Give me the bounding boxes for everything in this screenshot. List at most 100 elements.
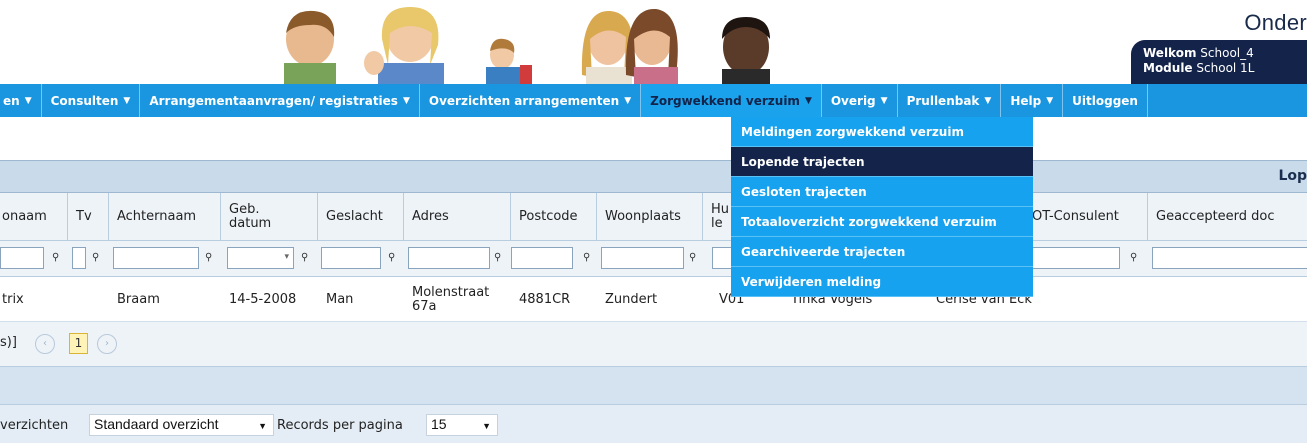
zorgwekkend-verzuim-dropdown: Meldingen zorgwekkend verzuim Lopende tr…	[731, 117, 1033, 297]
column-header-tv[interactable]: Tv	[68, 193, 109, 241]
menu-item-gearchiveerde-trajecten[interactable]: Gearchiveerde trajecten	[731, 237, 1033, 267]
nav-item-overzichten-arrangementen[interactable]: Overzichten arrangementen ▼	[420, 84, 642, 117]
menu-item-verwijderen-melding[interactable]: Verwijderen melding	[731, 267, 1033, 297]
nav-item-consulten[interactable]: Consulten ▼	[42, 84, 141, 117]
chevron-down-icon: ▾	[284, 252, 289, 262]
chevron-down-icon: ▼	[624, 95, 632, 106]
grid-filter-row: ⚲ ⚲ ⚲ ▾ ⚲ ⚲ ⚲ ⚲ ⚲ ⚲	[0, 241, 1307, 277]
nav-item-label: Arrangementaanvragen/ registraties	[149, 93, 398, 108]
filter-ot-consulent-input[interactable]	[1032, 247, 1120, 269]
overview-select[interactable]: Standaard overzicht ▼	[89, 414, 274, 436]
nav-item-uitloggen[interactable]: Uitloggen	[1063, 84, 1148, 117]
chevron-down-icon: ▼	[804, 95, 812, 106]
grid-title: Lop	[1278, 168, 1307, 184]
column-label: Geb. datum	[229, 202, 272, 231]
filter-leerjaar-input[interactable]	[712, 247, 732, 269]
filter-postcode-input[interactable]	[511, 247, 573, 269]
welcome-label: Welkom	[1143, 46, 1197, 60]
chevron-down-icon: ▼	[24, 95, 32, 106]
cell-adres: Molenstraat 67a	[412, 284, 490, 314]
column-label: Geaccepteerd doc	[1156, 209, 1275, 224]
overviews-label: verzichten	[0, 418, 69, 433]
filter-icon[interactable]: ⚲	[583, 252, 590, 263]
filter-icon[interactable]: ⚲	[52, 252, 59, 263]
column-label: Woonplaats	[605, 209, 681, 224]
records-per-page-value: 15	[431, 416, 447, 432]
nav-item-help[interactable]: Help ▼	[1001, 84, 1064, 117]
module-name: School 1L	[1196, 61, 1255, 75]
nav-item-label: Prullenbak	[906, 93, 980, 108]
pager-info: s)]	[0, 335, 17, 350]
filter-geb-datum-picker[interactable]: ▾	[227, 247, 294, 269]
column-header-voornaam[interactable]: onaam	[0, 193, 68, 241]
filter-geslacht-input[interactable]	[321, 247, 381, 269]
filter-icon[interactable]: ⚲	[494, 252, 501, 263]
records-per-page-select[interactable]: 15 ▼	[426, 414, 498, 436]
table-row[interactable]: trix Braam 14-5-2008 Man Molenstraat 67a…	[0, 277, 1307, 322]
records-per-page-label: Records per pagina	[277, 418, 403, 433]
column-label: Adres	[412, 209, 449, 224]
column-label: onaam	[2, 209, 47, 224]
column-label: Achternaam	[117, 209, 197, 224]
nav-item-menu[interactable]: en ▼	[0, 84, 42, 117]
nav-item-prullenbak[interactable]: Prullenbak ▼	[898, 84, 1002, 117]
chevron-down-icon: ▼	[880, 95, 888, 106]
nav-item-zorgwekkend-verzuim[interactable]: Zorgwekkend verzuim ▼	[641, 84, 822, 117]
previous-page-icon[interactable]: ‹	[35, 334, 55, 354]
filter-tv-input[interactable]	[72, 247, 86, 269]
filter-voornaam-input[interactable]	[0, 247, 44, 269]
page-number-current[interactable]: 1	[69, 333, 88, 354]
cell-postcode: 4881CR	[519, 291, 571, 307]
grid-pager: s)] ‹ 1 ›	[0, 322, 1307, 367]
column-label: Geslacht	[326, 209, 383, 224]
grid-settings-bar: verzichten Standaard overzicht ▼ Records…	[0, 405, 1307, 443]
nav-item-arrangementaanvragen[interactable]: Arrangementaanvragen/ registraties ▼	[140, 84, 420, 117]
filter-geaccepteerd-input[interactable]	[1152, 247, 1307, 269]
column-label: Hu le	[711, 202, 730, 231]
nav-item-label: Uitloggen	[1072, 93, 1138, 108]
column-header-geslacht[interactable]: Geslacht	[318, 193, 404, 241]
chevron-down-icon: ▼	[984, 95, 992, 106]
grid-column-headers: onaam Tv Achternaam Geb. datum Geslacht …	[0, 193, 1307, 241]
banner-children-image	[284, 7, 770, 85]
nav-item-label: Overzichten arrangementen	[428, 93, 620, 108]
main-nav: en ▼ Consulten ▼ Arrangementaanvragen/ reg…	[0, 84, 1307, 117]
cell-voornaam: trix	[2, 291, 24, 307]
menu-item-meldingen[interactable]: Meldingen zorgwekkend verzuim	[731, 117, 1033, 147]
column-label: Postcode	[519, 209, 578, 224]
column-header-postcode[interactable]: Postcode	[511, 193, 597, 241]
filter-woonplaats-input[interactable]	[601, 247, 684, 269]
filter-icon[interactable]: ⚲	[388, 252, 395, 263]
column-header-achternaam[interactable]: Achternaam	[109, 193, 221, 241]
filter-icon[interactable]: ⚲	[689, 252, 696, 263]
grid-title-bar: Lop	[0, 160, 1307, 193]
chevron-down-icon: ▼	[482, 421, 491, 431]
column-header-woonplaats[interactable]: Woonplaats	[597, 193, 703, 241]
chevron-down-icon: ▼	[258, 421, 267, 431]
column-label: OT-Consulent	[1032, 209, 1119, 224]
column-header-geb-datum[interactable]: Geb. datum	[221, 193, 318, 241]
overview-select-value: Standaard overzicht	[94, 416, 219, 432]
app-title: Onder	[1244, 10, 1307, 35]
cell-geb-datum: 14-5-2008	[229, 291, 297, 307]
cell-woonplaats: Zundert	[605, 291, 658, 307]
next-page-icon[interactable]: ›	[97, 334, 117, 354]
chevron-down-icon: ▼	[1046, 95, 1054, 106]
menu-item-lopende-trajecten[interactable]: Lopende trajecten	[731, 147, 1033, 177]
menu-item-gesloten-trajecten[interactable]: Gesloten trajecten	[731, 177, 1033, 207]
welcome-user: School_4	[1200, 46, 1254, 60]
filter-adres-input[interactable]	[408, 247, 490, 269]
column-header-geaccepteerd-doc[interactable]: Geaccepteerd doc	[1148, 193, 1307, 241]
cell-tv	[68, 277, 109, 322]
filter-icon[interactable]: ⚲	[205, 252, 212, 263]
nav-item-label: Help	[1010, 93, 1042, 108]
column-header-adres[interactable]: Adres	[404, 193, 511, 241]
filter-achternaam-input[interactable]	[113, 247, 199, 269]
menu-item-totaaloverzicht[interactable]: Totaaloverzicht zorgwekkend verzuim	[731, 207, 1033, 237]
filter-icon[interactable]: ⚲	[1130, 252, 1137, 263]
nav-item-label: Zorgwekkend verzuim	[650, 93, 800, 108]
column-label: Tv	[76, 209, 92, 224]
filter-icon[interactable]: ⚲	[92, 252, 99, 263]
nav-item-overig[interactable]: Overig ▼	[822, 84, 898, 117]
filter-icon[interactable]: ⚲	[301, 252, 308, 263]
